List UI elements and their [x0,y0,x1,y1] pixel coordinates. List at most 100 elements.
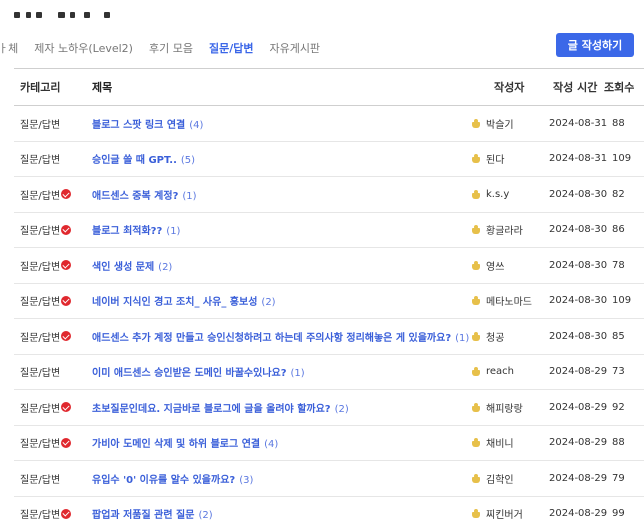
category-label: 질문/답변 [20,261,61,273]
post-title-link[interactable]: 유입수 '0' 이유를 알수 있을까요? (3) [92,471,253,486]
author-rank-icon [472,473,480,483]
solved-check-icon [61,402,72,413]
tab-level2-knowhow[interactable]: 제자 노하우(Level2) [34,40,133,56]
column-category: 카테고리 [20,81,61,94]
table-row[interactable]: 질문/답변 애드센스 중복 계정? (1) k.s.y 2024-08-30 82 [14,177,644,213]
author-rank-icon [472,154,480,164]
solved-check-icon [61,295,72,306]
author-name: 채비니 [486,439,514,451]
post-title: 애드센스 추가 계정 만들고 승인신청하려고 하는데 주의사항 정리해놓은 게 … [92,332,452,344]
post-title: 승인글 쓸 때 GPT.. [92,155,177,167]
post-date: 2024-08-29 [549,472,608,484]
author-rank-icon [472,118,480,128]
board-tabs: ㅏ체 제자 노하우(Level2) 후기 모음 질문/답변 자유게시판 [0,38,336,58]
author-rank-icon [472,402,480,412]
post-title: 네이버 지식인 경고 조치_ 사유_ 홍보성 [92,297,258,309]
view-count: 78 [612,259,625,271]
comment-count: (2) [158,261,173,273]
table-row[interactable]: 질문/답변 블로그 최적화?? (1) 황글라라 2024-08-30 86 [14,213,644,248]
row-author: 채비니 [472,435,514,450]
author-rank-icon [472,189,480,199]
post-date: 2024-08-29 [549,508,608,520]
row-category: 질문/답변 [20,151,60,166]
row-category: 질문/답변 [20,329,72,344]
post-date: 2024-08-30 [549,188,608,200]
author-rank-icon [472,296,480,306]
row-category: 질문/답변 [20,506,72,522]
row-author: reach [472,366,514,377]
post-date: 2024-08-29 [549,366,608,378]
table-row[interactable]: 질문/답변 가비아 도메인 삭제 및 하위 블로그 연결 (4) 채비니 2024-08… [14,426,644,461]
row-category: 질문/답변 [20,364,60,379]
table-row[interactable]: 질문/답변 초보질문인데요. 지금바로 블로그에 글을 올려야 할까요? (2) 해피… [14,390,644,426]
author-name: 된다 [486,155,505,167]
post-title: 초보질문인데요. 지금바로 블로그에 글을 올려야 할까요? [92,403,331,415]
post-title-link[interactable]: 초보질문인데요. 지금바로 블로그에 글을 올려야 할까요? (2) [92,400,349,415]
post-title: 색인 생성 문제 [92,261,155,273]
table-row[interactable]: 질문/답변 승인글 쓸 때 GPT.. (5) 된다 2024-08-31 109 [14,142,644,177]
post-title-link[interactable]: 색인 생성 문제 (2) [92,258,172,273]
tab-reviews[interactable]: 후기 모음 [149,40,193,56]
table-row[interactable]: 질문/답변 애드센스 추가 계정 만들고 승인신청하려고 하는데 주의사항 정리해… [14,319,644,355]
comment-count: (4) [264,439,279,451]
row-category: 질문/답변 [20,293,72,308]
post-title-link[interactable]: 가비아 도메인 삭제 및 하위 블로그 연결 (4) [92,435,278,450]
solved-check-icon [61,260,72,271]
view-count: 99 [612,508,625,520]
view-count: 79 [612,472,625,484]
comment-count: (2) [334,403,349,415]
author-name: 메타노마드 [486,297,532,309]
write-post-button[interactable]: 글 작성하기 [556,33,634,57]
tab-qna[interactable]: 질문/답변 [209,40,254,56]
tab-free-board[interactable]: 자유게시판 [269,40,320,56]
table-row[interactable]: 질문/답변 팝업과 저품질 관련 질문 (2) 찌킨버거 2024-08-29 99 [14,497,644,529]
post-title: 블로그 스팟 링크 연결 [92,119,186,131]
solved-check-icon [61,437,72,448]
table-row[interactable]: 질문/답변 이미 애드센스 승인받은 도메인 바꿀수있나요? (1) reach 202… [14,355,644,390]
row-author: 황글라라 [472,222,523,237]
author-name: 박슬기 [486,119,514,131]
table-row[interactable]: 질문/답변 네이버 지식인 경고 조치_ 사유_ 홍보성 (2) 메타노마드 2024-… [14,284,644,319]
cropped-heading-fragment [14,8,124,18]
view-count: 82 [612,188,625,200]
tab-all[interactable]: ㅏ체 [0,40,18,56]
row-author: k.s.y [472,189,509,200]
category-label: 질문/답변 [20,190,61,202]
comment-count: (1) [290,368,305,380]
view-count: 109 [612,153,632,165]
post-title: 가비아 도메인 삭제 및 하위 블로그 연결 [92,439,261,451]
post-title-link[interactable]: 네이버 지식인 경고 조치_ 사유_ 홍보성 (2) [92,293,276,308]
table-row[interactable]: 질문/답변 블로그 스팟 링크 연결 (4) 박슬기 2024-08-31 88 [14,106,644,142]
author-rank-icon [472,260,480,270]
row-author: 해피랑랑 [472,400,523,415]
table-row[interactable]: 질문/답변 색인 생성 문제 (2) 영쓰 2024-08-30 78 [14,248,644,284]
category-label: 질문/답변 [20,226,61,238]
post-title-link[interactable]: 이미 애드센스 승인받은 도메인 바꿀수있나요? (1) [92,364,305,379]
category-label: 질문/답변 [20,119,61,131]
column-date: 작성 시간 [553,81,598,94]
row-author: 박슬기 [472,116,514,131]
author-name: 청공 [486,332,505,344]
row-author: 청공 [472,329,504,344]
table-header: 카테고리 제목 작성자 작성 시간 조회수 [14,69,644,106]
author-name: 찌킨버거 [486,510,523,522]
row-author: 찌킨버거 [472,506,523,521]
post-title-link[interactable]: 블로그 최적화?? (1) [92,222,180,237]
table-row[interactable]: 질문/답변 유입수 '0' 이유를 알수 있을까요? (3) 김학인 2024-08-2… [14,461,644,497]
row-author: 김학인 [472,471,514,486]
comment-count: (2) [198,510,213,522]
author-name: reach [486,366,515,378]
row-category: 질문/답변 [20,435,72,451]
post-title-link[interactable]: 팝업과 저품질 관련 질문 (2) [92,506,213,521]
post-title-link[interactable]: 애드센스 추가 계정 만들고 승인신청하려고 하는데 주의사항 정리해놓은 게 … [92,329,469,344]
category-label: 질문/답변 [20,439,61,451]
post-title-link[interactable]: 블로그 스팟 링크 연결 (4) [92,116,203,131]
post-date: 2024-08-30 [549,259,608,271]
post-title-link[interactable]: 애드센스 중복 계정? (1) [92,187,197,202]
post-title-link[interactable]: 승인글 쓸 때 GPT.. (5) [92,151,195,166]
author-rank-icon [472,367,480,377]
row-author: 영쓰 [472,258,504,273]
row-author: 메타노마드 [472,293,532,308]
comment-count: (1) [455,332,470,344]
category-label: 질문/답변 [20,510,61,522]
